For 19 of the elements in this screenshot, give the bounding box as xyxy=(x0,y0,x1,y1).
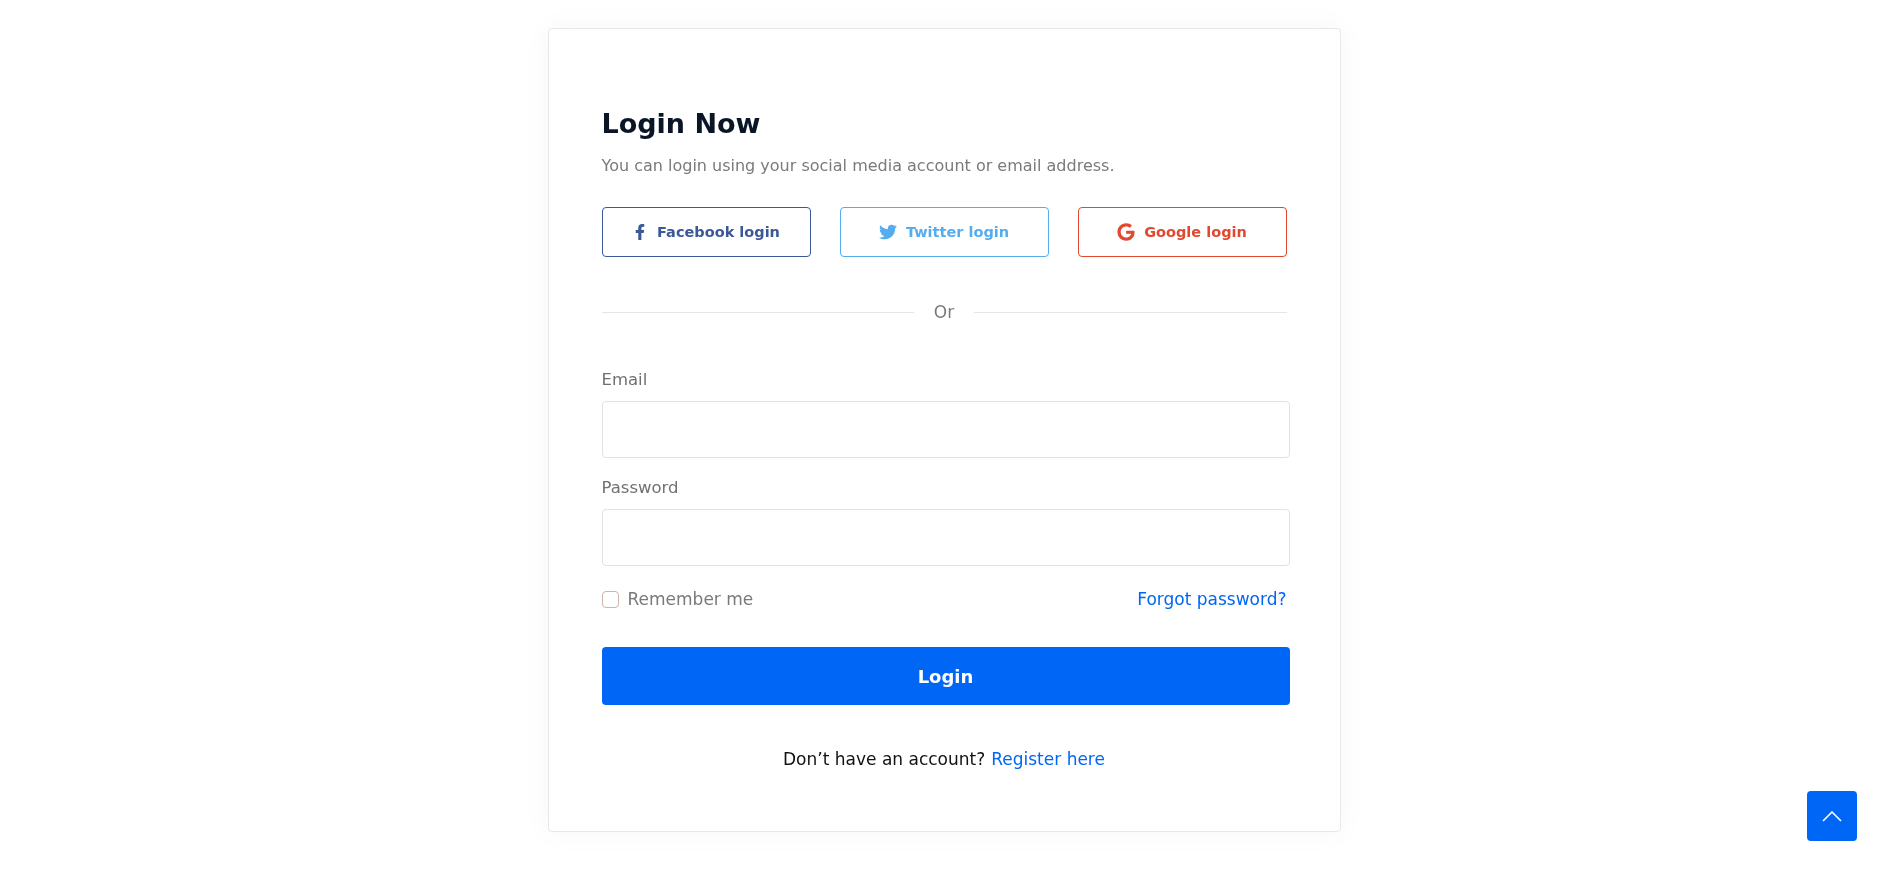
google-icon xyxy=(1117,223,1136,241)
divider-text: Or xyxy=(933,302,955,322)
google-login-button[interactable]: Google login xyxy=(1077,207,1287,257)
login-button[interactable]: Login xyxy=(601,647,1290,705)
remember-label: Remember me xyxy=(627,589,754,609)
input-field[interactable] xyxy=(601,509,1290,566)
register-link[interactable]: Register here xyxy=(991,749,1105,769)
page-title: Login Now xyxy=(601,107,762,141)
field-label: Password xyxy=(601,478,680,497)
remember-checkbox[interactable] xyxy=(601,590,619,608)
field-label: Email xyxy=(601,370,649,389)
twitter-bird-icon xyxy=(878,223,897,241)
facebook-login-button[interactable]: Facebook login xyxy=(601,207,811,257)
forgot-password-link[interactable]: Forgot password? xyxy=(1137,589,1287,609)
input-field[interactable] xyxy=(601,401,1290,458)
scroll-to-top-button[interactable] xyxy=(1807,791,1857,841)
register-prompt: Don’t have an account? xyxy=(783,749,986,769)
subtitle: You can login using your social media account or email address. xyxy=(601,155,1116,177)
chevron-up-icon xyxy=(1822,810,1842,822)
